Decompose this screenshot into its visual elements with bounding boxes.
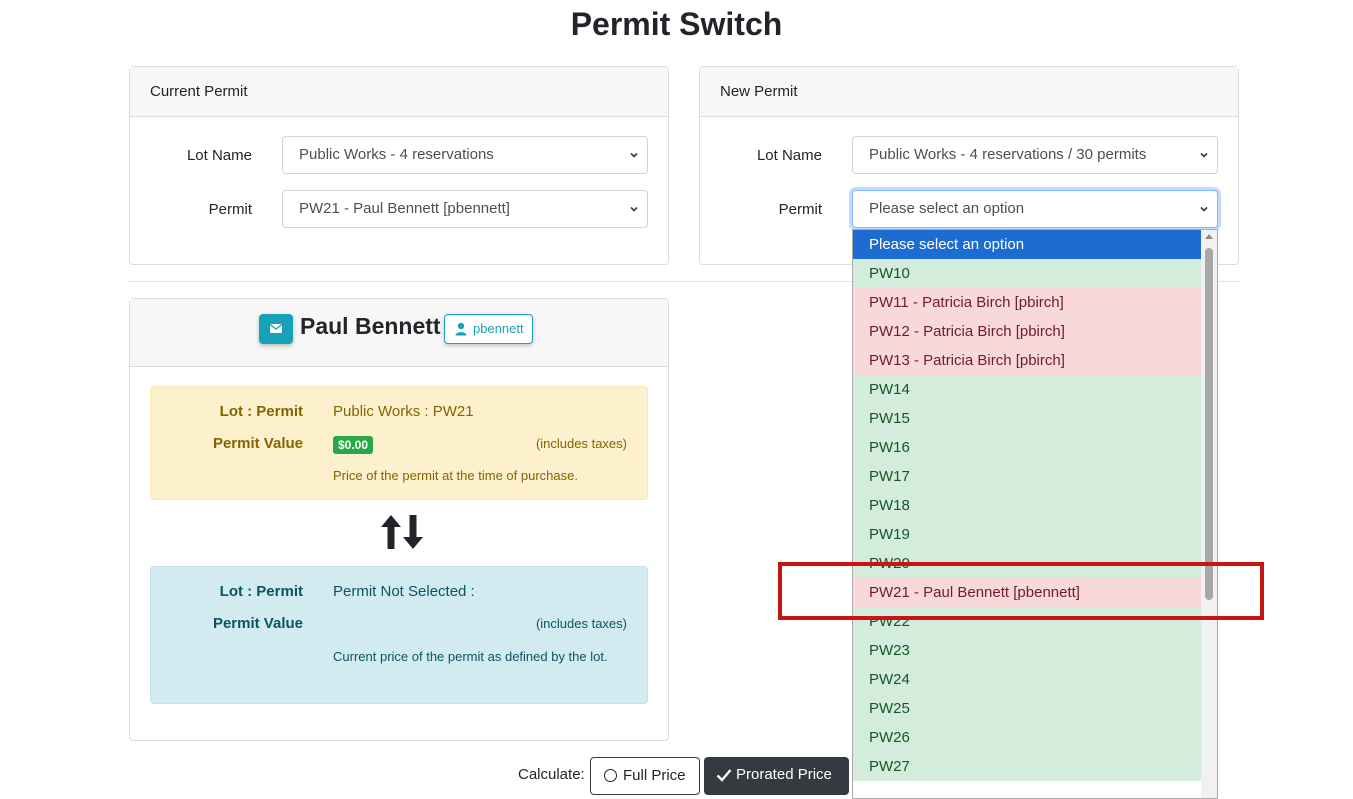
new-lot-name-value: Public Works - 4 reservations / 30 permi… xyxy=(869,146,1147,163)
price-badge: $0.00 xyxy=(333,436,374,454)
new-permit-value: Please select an option xyxy=(869,200,1025,217)
new-lot-name-label: Lot Name xyxy=(756,147,822,164)
permit-options-dropdown[interactable]: Please select an option PW10 PW11 - Patric… xyxy=(852,229,1218,799)
dropdown-scrollbar[interactable] xyxy=(1201,230,1217,798)
current-lot-name-select[interactable]: Public Works - 4 reservations xyxy=(282,136,648,174)
envelope-icon xyxy=(269,323,283,333)
new-lot-name-select[interactable]: Public Works - 4 reservations / 30 permi… xyxy=(852,136,1218,174)
new-permit-summary: Lot : Permit Permit Not Selected : Permi… xyxy=(150,566,648,704)
permit-value-label: Permit Value xyxy=(212,615,303,632)
dropdown-option[interactable]: PW11 - Patricia Birch [pbirch] xyxy=(853,288,1201,317)
prorated-price-button[interactable]: Prorated Price xyxy=(704,757,849,795)
dropdown-option[interactable]: PW14 xyxy=(853,375,1201,404)
chevron-down-icon xyxy=(630,206,638,212)
username-text: pbennett xyxy=(473,321,524,336)
scroll-thumb[interactable] xyxy=(1205,248,1213,600)
prorated-price-label: Prorated Price xyxy=(736,766,832,783)
current-permit-header: Current Permit xyxy=(130,67,668,117)
new-permit-label: Permit xyxy=(778,201,822,218)
dropdown-option[interactable]: PW13 - Patricia Birch [pbirch] xyxy=(853,346,1201,375)
annotation-highlight-box xyxy=(778,562,1264,620)
lot-permit-label: Lot : Permit xyxy=(219,583,303,600)
current-permit-select[interactable]: PW21 - Paul Bennett [pbennett] xyxy=(282,190,648,228)
current-lot-name-label: Lot Name xyxy=(186,147,252,164)
dropdown-option[interactable]: PW24 xyxy=(853,665,1201,694)
chevron-down-icon xyxy=(630,152,638,158)
current-permit-label: Permit xyxy=(208,201,252,218)
lot-permit-label: Lot : Permit xyxy=(219,403,303,420)
new-permit-title: New Permit xyxy=(720,83,798,100)
includes-taxes-text: (includes taxes) xyxy=(535,436,627,451)
dropdown-option[interactable]: PW23 xyxy=(853,636,1201,665)
calculate-label: Calculate: xyxy=(518,766,585,783)
dropdown-option[interactable]: PW27 xyxy=(853,752,1201,781)
current-permit-value: PW21 - Paul Bennett [pbennett] xyxy=(299,200,510,217)
chevron-down-icon xyxy=(1200,206,1208,212)
full-price-button[interactable]: Full Price xyxy=(590,757,700,795)
chevron-down-icon xyxy=(1200,152,1208,158)
radio-circle-icon xyxy=(604,769,617,782)
dropdown-option[interactable]: PW10 xyxy=(853,259,1201,288)
new-permit-header: New Permit xyxy=(700,67,1238,117)
permit-value-label: Permit Value xyxy=(212,435,303,452)
page-title: Permit Switch xyxy=(570,6,783,42)
lot-permit-value: Permit Not Selected : xyxy=(333,583,475,600)
price-note: Current price of the permit as defined b… xyxy=(333,649,608,664)
dropdown-option[interactable]: PW12 - Patricia Birch [pbirch] xyxy=(853,317,1201,346)
scroll-up-arrow-icon[interactable] xyxy=(1205,234,1213,239)
dropdown-option[interactable]: PW25 xyxy=(853,694,1201,723)
username-badge[interactable]: pbennett xyxy=(444,314,533,344)
current-lot-name-value: Public Works - 4 reservations xyxy=(299,146,494,163)
options-list: Please select an option PW10 PW11 - Patric… xyxy=(853,230,1217,781)
user-name: Paul Bennett xyxy=(300,313,441,339)
check-icon xyxy=(716,769,732,782)
dropdown-option[interactable]: PW26 xyxy=(853,723,1201,752)
current-permit-title: Current Permit xyxy=(150,83,248,100)
dropdown-option[interactable]: PW18 xyxy=(853,491,1201,520)
price-note: Price of the permit at the time of purch… xyxy=(333,468,578,483)
current-permit-summary: Lot : Permit Public Works : PW21 Permit … xyxy=(150,386,648,500)
user-icon xyxy=(455,322,467,336)
dropdown-option[interactable]: PW16 xyxy=(853,433,1201,462)
dropdown-option[interactable]: PW15 xyxy=(853,404,1201,433)
full-price-label: Full Price xyxy=(623,767,686,784)
dropdown-option[interactable]: PW17 xyxy=(853,462,1201,491)
dropdown-option[interactable]: Please select an option xyxy=(853,230,1201,259)
new-permit-select[interactable]: Please select an option xyxy=(852,190,1218,228)
lot-permit-value: Public Works : PW21 xyxy=(333,403,474,420)
includes-taxes-text: (includes taxes) xyxy=(535,616,627,631)
swap-arrows-icon xyxy=(381,515,423,549)
dropdown-option[interactable]: PW19 xyxy=(853,520,1201,549)
email-button[interactable] xyxy=(259,314,293,344)
